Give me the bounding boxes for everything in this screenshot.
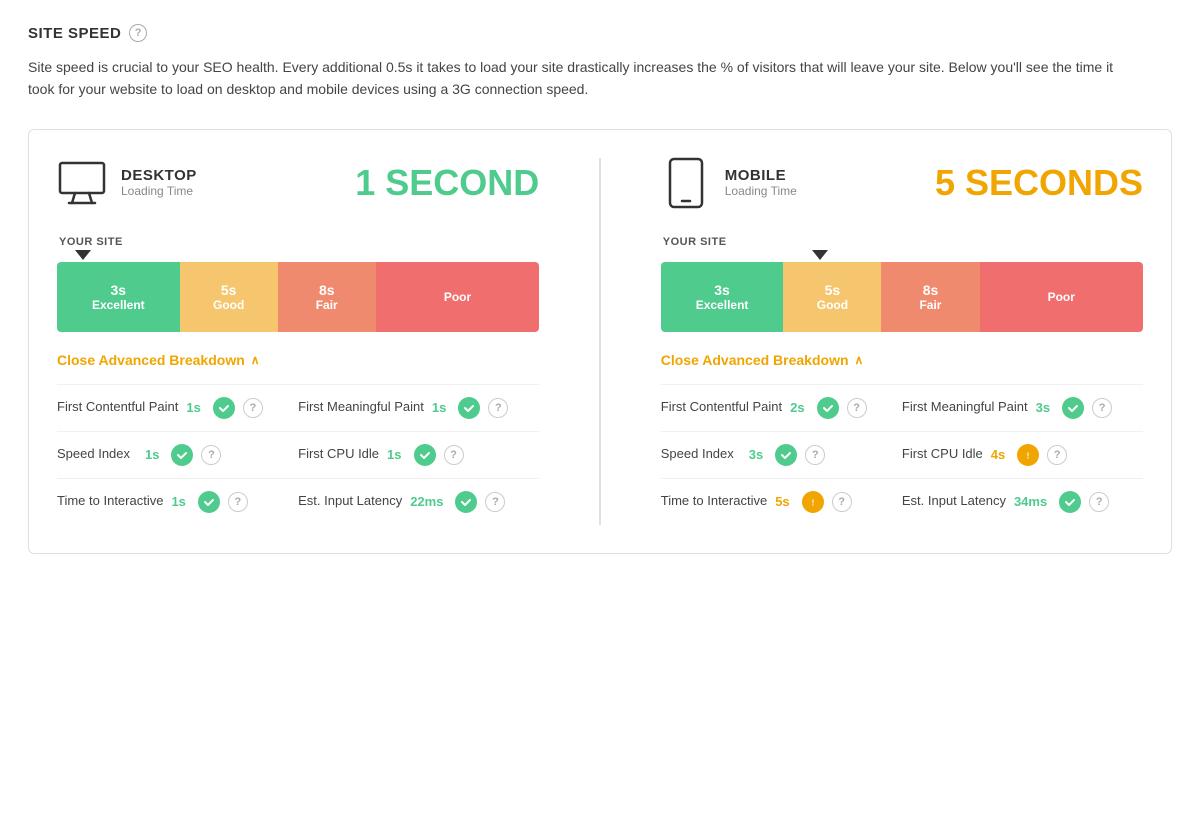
mobile-breakdown-fci: First CPU Idle 4s ! ? bbox=[902, 431, 1143, 478]
mobile-si-help-icon[interactable]: ? bbox=[805, 445, 825, 465]
page-title: SITE SPEED ? bbox=[28, 24, 1172, 42]
desktop-bar-fair: 8s Fair bbox=[278, 262, 376, 332]
desktop-arrow-wrapper bbox=[69, 250, 539, 260]
desktop-breakdown-tti: Time to Interactive 1s ? bbox=[57, 478, 298, 525]
mobile-label-group: MOBILE Loading Time bbox=[725, 167, 797, 198]
mobile-tti-help-icon[interactable]: ? bbox=[832, 492, 852, 512]
desktop-chevron-up-icon: ∧ bbox=[251, 353, 260, 367]
desktop-bar-excellent: 3s Excellent bbox=[57, 262, 180, 332]
mobile-breakdown-si: Speed Index 3s ? bbox=[661, 431, 902, 478]
desktop-breakdown-fci: First CPU Idle 1s ? bbox=[298, 431, 539, 478]
mobile-bar-excellent: 3s Excellent bbox=[661, 262, 784, 332]
mobile-eil-check-icon bbox=[1059, 491, 1081, 513]
desktop-si-help-icon[interactable]: ? bbox=[201, 445, 221, 465]
mobile-header: MOBILE Loading Time 5 SECONDS bbox=[661, 158, 1143, 208]
desktop-label-group: DESKTOP Loading Time bbox=[121, 167, 197, 198]
mobile-speed-bar: 3s Excellent 5s Good 8s Fair Poor bbox=[661, 262, 1143, 332]
desktop-eil-check-icon bbox=[455, 491, 477, 513]
desktop-tti-check-icon bbox=[198, 491, 220, 513]
mobile-section: MOBILE Loading Time 5 SECONDS YOUR SITE … bbox=[661, 158, 1143, 525]
mobile-close-breakdown[interactable]: Close Advanced Breakdown ∧ bbox=[661, 352, 1143, 368]
mobile-fmp-help-icon[interactable]: ? bbox=[1092, 398, 1112, 418]
mobile-subtitle: Loading Time bbox=[725, 184, 797, 198]
mobile-eil-help-icon[interactable]: ? bbox=[1089, 492, 1109, 512]
mobile-tti-warn-icon: ! bbox=[802, 491, 824, 513]
mobile-loading-time: 5 SECONDS bbox=[935, 162, 1143, 204]
mobile-fmp-check-icon bbox=[1062, 397, 1084, 419]
mobile-name: MOBILE bbox=[725, 167, 797, 184]
mobile-si-check-icon bbox=[775, 444, 797, 466]
mobile-arrow bbox=[812, 250, 828, 260]
mobile-breakdown-tti: Time to Interactive 5s ! ? bbox=[661, 478, 902, 525]
desktop-icon bbox=[57, 158, 107, 208]
mobile-arrow-wrapper bbox=[806, 250, 1143, 260]
desktop-tti-help-icon[interactable]: ? bbox=[228, 492, 248, 512]
desktop-your-site-label: YOUR SITE bbox=[59, 236, 539, 248]
desktop-fci-help-icon[interactable]: ? bbox=[444, 445, 464, 465]
desktop-bar-poor: Poor bbox=[376, 262, 539, 332]
desktop-breakdown-grid: First Contentful Paint 1s ? First Meanin… bbox=[57, 384, 539, 525]
svg-text:!: ! bbox=[811, 498, 814, 507]
mobile-speed-bar-section: YOUR SITE 3s Excellent 5s Good 8s Fair bbox=[661, 236, 1143, 332]
desktop-si-check-icon bbox=[171, 444, 193, 466]
mobile-fci-help-icon[interactable]: ? bbox=[1047, 445, 1067, 465]
desktop-breakdown-fmp: First Meaningful Paint 1s ? bbox=[298, 384, 539, 431]
desktop-bar-good: 5s Good bbox=[180, 262, 278, 332]
desktop-speed-bar: 3s Excellent 5s Good 8s Fair Poor bbox=[57, 262, 539, 332]
desktop-section: DESKTOP Loading Time 1 SECOND YOUR SITE … bbox=[57, 158, 539, 525]
desktop-close-breakdown[interactable]: Close Advanced Breakdown ∧ bbox=[57, 352, 539, 368]
mobile-icon bbox=[661, 158, 711, 208]
mobile-breakdown-eil: Est. Input Latency 34ms ? bbox=[902, 478, 1143, 525]
mobile-your-site-label: YOUR SITE bbox=[663, 236, 1143, 248]
title-help-icon[interactable]: ? bbox=[129, 24, 147, 42]
desktop-breakdown-fcp: First Contentful Paint 1s ? bbox=[57, 384, 298, 431]
mobile-fcp-check-icon bbox=[817, 397, 839, 419]
desktop-fmp-check-icon bbox=[458, 397, 480, 419]
desktop-fmp-help-icon[interactable]: ? bbox=[488, 398, 508, 418]
desktop-speed-bar-section: YOUR SITE 3s Excellent 5s Good 8s Fair bbox=[57, 236, 539, 332]
desktop-fci-check-icon bbox=[414, 444, 436, 466]
mobile-fcp-help-icon[interactable]: ? bbox=[847, 398, 867, 418]
mobile-breakdown-fmp: First Meaningful Paint 3s ? bbox=[902, 384, 1143, 431]
vertical-divider bbox=[599, 158, 601, 525]
svg-text:!: ! bbox=[1027, 451, 1030, 460]
desktop-header: DESKTOP Loading Time 1 SECOND bbox=[57, 158, 539, 208]
mobile-bar-good: 5s Good bbox=[783, 262, 881, 332]
desktop-breakdown-eil: Est. Input Latency 22ms ? bbox=[298, 478, 539, 525]
mobile-fci-warn-icon: ! bbox=[1017, 444, 1039, 466]
description: Site speed is crucial to your SEO health… bbox=[28, 56, 1128, 101]
main-card: DESKTOP Loading Time 1 SECOND YOUR SITE … bbox=[28, 129, 1172, 554]
desktop-fcp-check-icon bbox=[213, 397, 235, 419]
desktop-arrow bbox=[75, 250, 91, 260]
desktop-fcp-help-icon[interactable]: ? bbox=[243, 398, 263, 418]
desktop-loading-time: 1 SECOND bbox=[355, 162, 539, 204]
mobile-chevron-up-icon: ∧ bbox=[855, 353, 864, 367]
desktop-subtitle: Loading Time bbox=[121, 184, 197, 198]
desktop-name: DESKTOP bbox=[121, 167, 197, 184]
desktop-breakdown-si: Speed Index 1s ? bbox=[57, 431, 298, 478]
mobile-bar-poor: Poor bbox=[980, 262, 1143, 332]
desktop-eil-help-icon[interactable]: ? bbox=[485, 492, 505, 512]
mobile-breakdown-fcp: First Contentful Paint 2s ? bbox=[661, 384, 902, 431]
mobile-bar-fair: 8s Fair bbox=[881, 262, 979, 332]
mobile-breakdown-grid: First Contentful Paint 2s ? First Meanin… bbox=[661, 384, 1143, 525]
